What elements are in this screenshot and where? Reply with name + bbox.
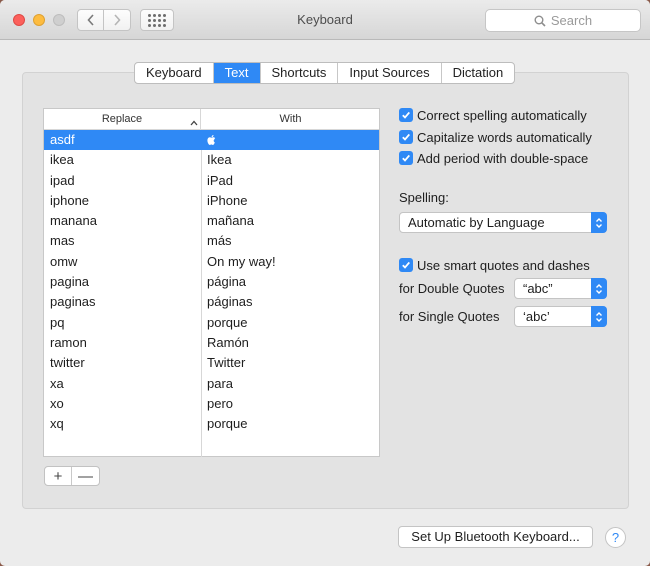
replace-cell: omw	[50, 253, 78, 269]
table-row[interactable]: asdf	[44, 130, 379, 152]
set-up-bluetooth-keyboard-button[interactable]: Set Up Bluetooth Keyboard...	[398, 526, 593, 548]
spelling-value: Automatic by Language	[408, 215, 545, 230]
tab-keyboard[interactable]: Keyboard	[135, 63, 214, 83]
with-cell: iPhone	[207, 192, 248, 208]
with-cell: iPad	[207, 172, 234, 188]
table-row[interactable]: ikea Ikea	[44, 150, 379, 170]
double-quotes-label: for Double Quotes	[399, 281, 505, 296]
double-quotes-value: “abc”	[523, 281, 553, 296]
replace-cell: iphone	[50, 192, 90, 208]
single-quotes-popup[interactable]: ‘abc’	[514, 306, 607, 327]
tab-text[interactable]: Text	[213, 63, 261, 83]
table-row[interactable]: mas más	[44, 231, 379, 251]
table-rows: asdf ikea Ikea ipad iPad iphone iPhone mana…	[44, 130, 379, 434]
replace-column-header[interactable]: Replace	[44, 109, 201, 129]
table-row[interactable]: xa para	[44, 374, 379, 394]
updown-arrows-icon	[591, 278, 607, 299]
search-icon	[534, 15, 546, 27]
spelling-label: Spelling:	[399, 190, 449, 205]
with-cell: más	[207, 233, 232, 249]
add-remove-control: + —	[44, 466, 100, 486]
spelling-popup[interactable]: Automatic by Language	[399, 212, 607, 233]
table-row[interactable]: omw On my way!	[44, 252, 379, 272]
with-cell	[207, 130, 217, 152]
tab-input-sources[interactable]: Input Sources	[338, 63, 442, 83]
replace-cell: paginas	[50, 294, 96, 310]
updown-arrows-icon	[591, 212, 607, 233]
with-cell: porque	[207, 314, 248, 330]
table-row[interactable]: pagina página	[44, 272, 379, 292]
title-bar: Keyboard Search	[0, 0, 650, 40]
table-row[interactable]: xq porque	[44, 414, 379, 434]
replace-cell: ramon	[50, 334, 87, 350]
double-quotes-popup[interactable]: “abc”	[514, 278, 607, 299]
remove-replacement-button[interactable]: —	[72, 467, 99, 485]
table-row[interactable]: iphone iPhone	[44, 191, 379, 211]
checkmark-icon	[399, 130, 413, 144]
with-cell: On my way!	[207, 253, 276, 269]
single-quotes-value: ‘abc’	[523, 309, 550, 324]
capitalize-words-checkbox[interactable]: Capitalize words automatically	[399, 128, 592, 146]
search-placeholder: Search	[550, 13, 593, 28]
replace-cell: xq	[50, 416, 64, 432]
smart-quotes-label: Use smart quotes and dashes	[417, 257, 590, 273]
with-cell: Ramón	[207, 334, 249, 350]
search-input[interactable]: Search	[485, 9, 641, 32]
replace-cell: mas	[50, 233, 75, 249]
tab-dictation[interactable]: Dictation	[442, 63, 515, 83]
table-row[interactable]: xo pero	[44, 394, 379, 414]
smart-quotes-checkbox[interactable]: Use smart quotes and dashes	[399, 256, 590, 274]
correct-spelling-label: Correct spelling automatically	[417, 107, 587, 123]
keyboard-preferences-window: Keyboard Search Keyboard Text Shortcuts …	[0, 0, 650, 566]
add-replacement-button[interactable]: +	[45, 467, 72, 485]
help-button[interactable]: ?	[605, 527, 626, 548]
replace-cell: manana	[50, 213, 97, 229]
with-cell: porque	[207, 416, 248, 432]
table-row[interactable]: ramon Ramón	[44, 333, 379, 353]
add-period-checkbox[interactable]: Add period with double-space	[399, 149, 588, 167]
replace-cell: pagina	[50, 274, 90, 290]
with-cell: pero	[207, 395, 234, 411]
capitalize-words-label: Capitalize words automatically	[417, 129, 592, 145]
replace-cell: xa	[50, 375, 64, 391]
tab-shortcuts[interactable]: Shortcuts	[261, 63, 339, 83]
with-cell: Ikea	[207, 152, 232, 168]
with-cell: mañana	[207, 213, 254, 229]
single-quotes-label: for Single Quotes	[399, 309, 500, 324]
with-cell: páginas	[207, 294, 253, 310]
updown-arrows-icon	[591, 306, 607, 327]
replace-cell: pq	[50, 314, 65, 330]
table-row[interactable]: twitter Twitter	[44, 353, 379, 373]
with-column-header[interactable]: With	[202, 109, 379, 129]
replace-header-label: Replace	[101, 113, 143, 125]
checkmark-icon	[399, 151, 413, 165]
table-header: Replace With	[44, 109, 379, 130]
replace-cell: asdf	[50, 132, 75, 147]
add-period-label: Add period with double-space	[417, 150, 589, 166]
replace-cell: ipad	[50, 172, 75, 188]
text-replacement-table: Replace With asdf ikea Ikea ipad iPad ipho…	[43, 108, 380, 457]
table-row[interactable]: ipad iPad	[44, 171, 379, 191]
checkmark-icon	[399, 258, 413, 272]
with-cell: página	[207, 274, 247, 290]
replace-cell: ikea	[50, 152, 74, 168]
correct-spelling-checkbox[interactable]: Correct spelling automatically	[399, 106, 587, 124]
with-cell: Twitter	[207, 355, 246, 371]
checkmark-icon	[399, 108, 413, 122]
with-cell: para	[207, 375, 234, 391]
replace-cell: xo	[50, 395, 64, 411]
table-row[interactable]: pq porque	[44, 313, 379, 333]
table-row[interactable]: manana mañana	[44, 211, 379, 231]
apple-logo-icon	[207, 135, 216, 145]
tab-bar: Keyboard Text Shortcuts Input Sources Di…	[134, 62, 516, 84]
replace-cell: twitter	[50, 355, 85, 371]
table-row[interactable]: paginas páginas	[44, 292, 379, 312]
